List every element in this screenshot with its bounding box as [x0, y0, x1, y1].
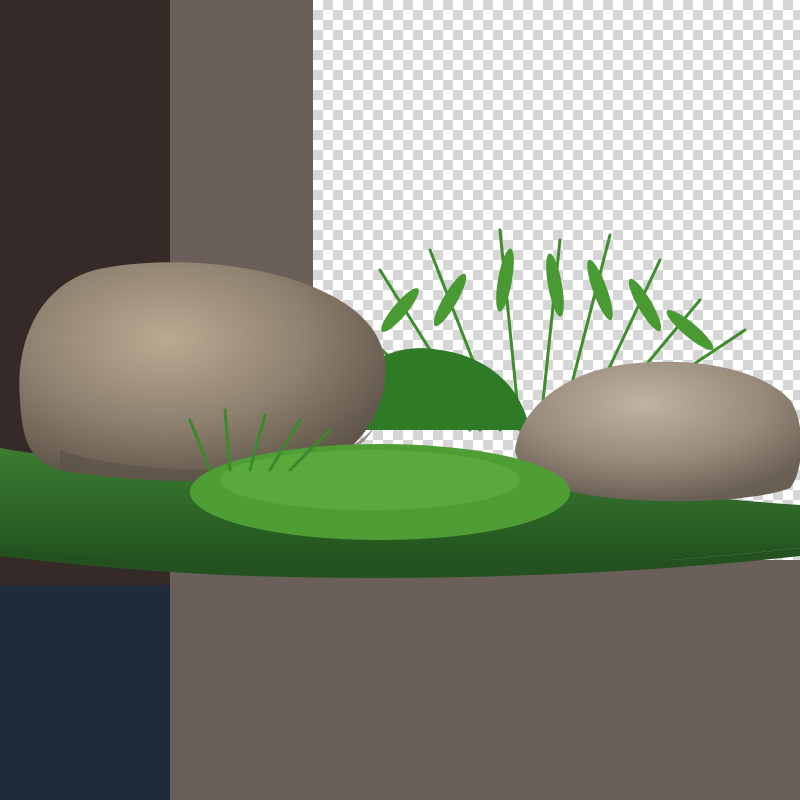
image-canvas: [0, 0, 800, 800]
garden-scene: [0, 228, 800, 578]
groundcover-highlight: [220, 450, 520, 510]
